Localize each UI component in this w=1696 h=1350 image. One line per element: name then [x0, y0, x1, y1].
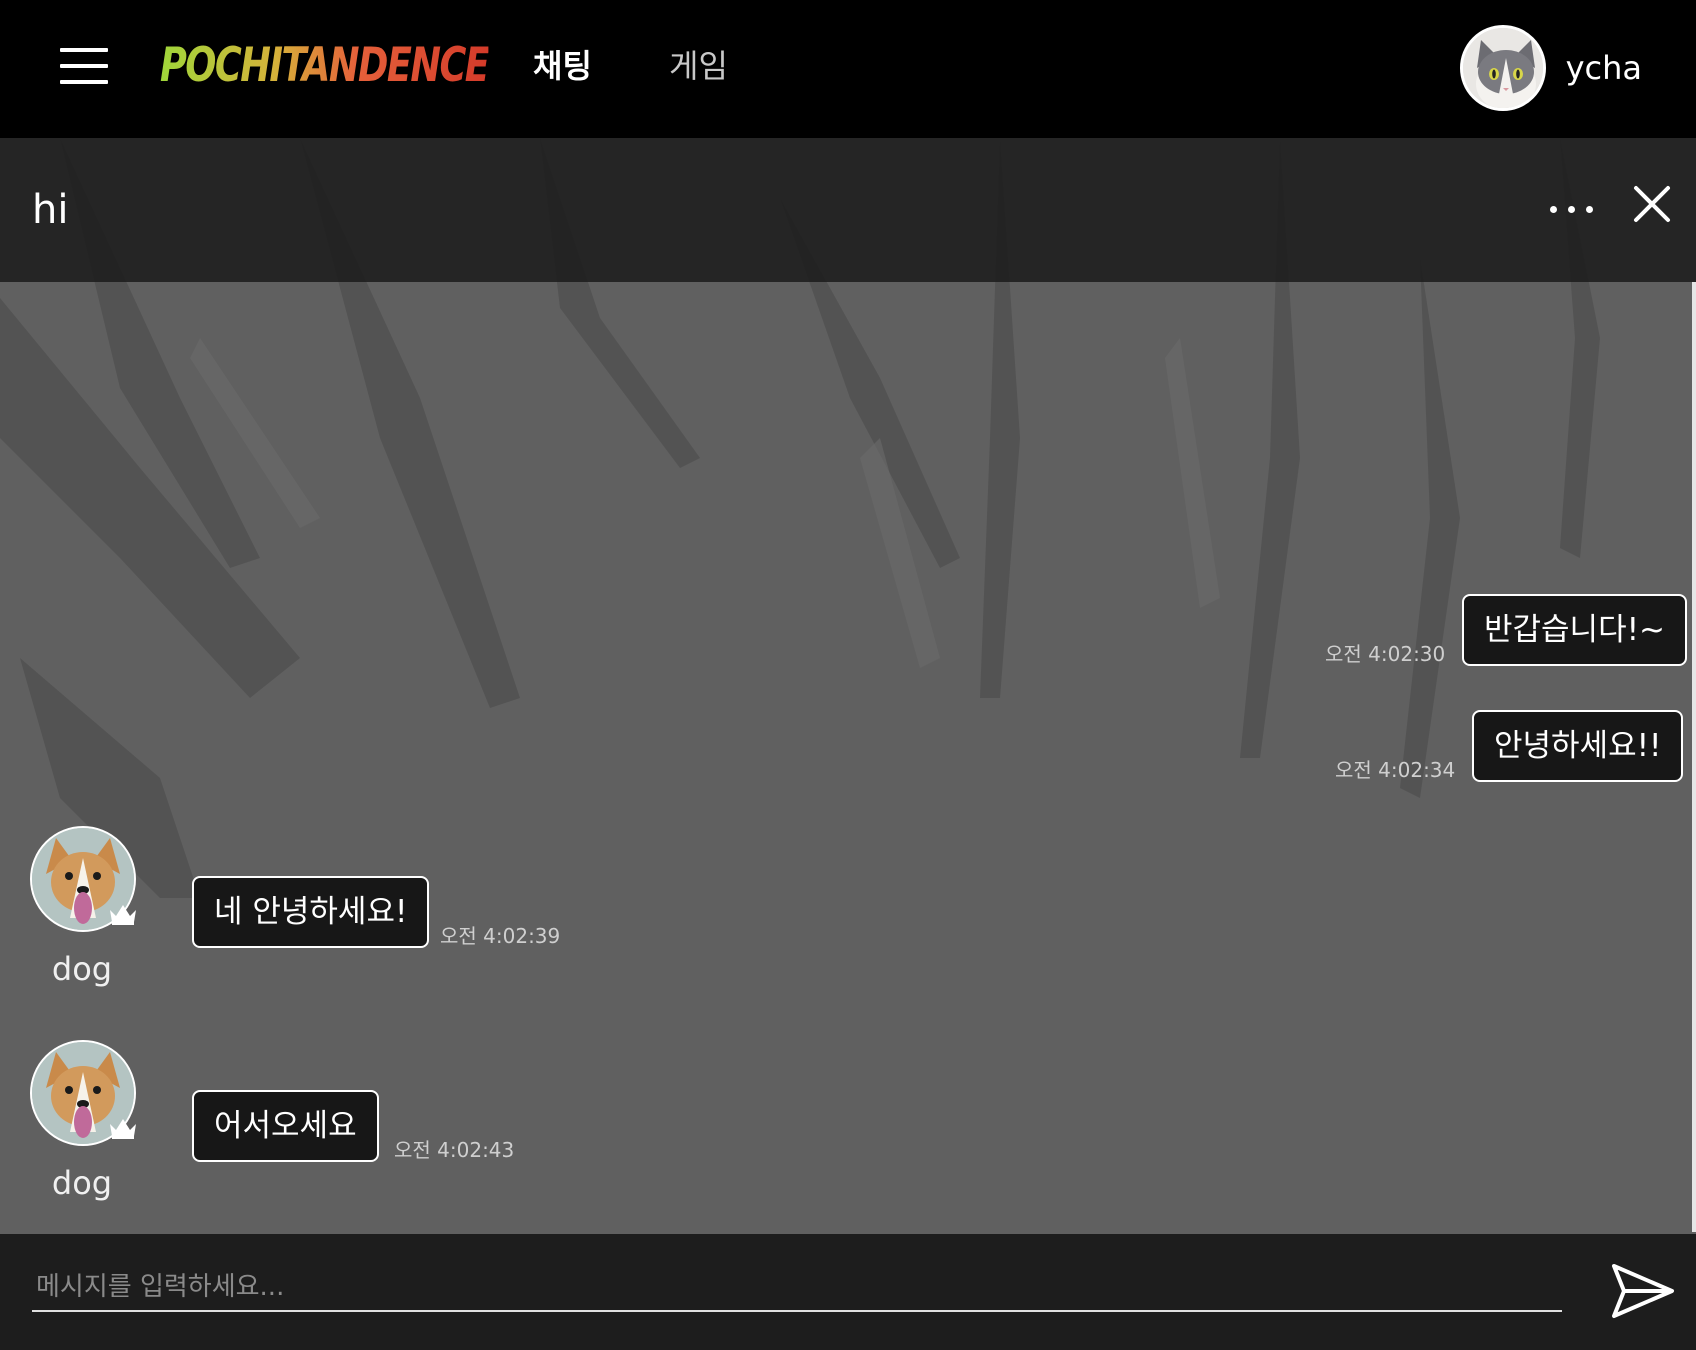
- cat-avatar-icon: [1462, 28, 1543, 108]
- more-options-icon[interactable]: [1548, 194, 1596, 224]
- chat-background-image: [0, 138, 1696, 1350]
- nav-tab-chat[interactable]: 채팅: [533, 44, 592, 88]
- app-logo[interactable]: POCHITANDENCE: [160, 30, 581, 100]
- menu-icon[interactable]: [60, 48, 108, 84]
- top-navbar: POCHITANDENCE 채팅 게임 ycha: [0, 0, 1696, 138]
- crown-icon: [110, 1119, 136, 1139]
- message-time: 오전 4:02:39: [440, 924, 561, 948]
- close-icon[interactable]: [1632, 184, 1672, 224]
- user-profile[interactable]: ycha: [1459, 24, 1642, 112]
- other-message-bubble: 네 안녕하세요!: [192, 876, 430, 948]
- message-input[interactable]: [32, 1264, 1562, 1312]
- chat-room-header: hi: [0, 138, 1696, 282]
- other-message-bubble: 어서오세요: [192, 1090, 379, 1162]
- logo-text: POCHITANDENCE: [160, 37, 490, 93]
- room-title: hi: [32, 187, 69, 233]
- sender-name: dog: [51, 950, 113, 988]
- message-time: 오전 4:02:43: [394, 1138, 515, 1162]
- chat-panel: hi 오전 4:02:30 반갑습니다!~ 오전 4:02:34 안녕하세요!!…: [0, 138, 1696, 1350]
- nav-tab-game[interactable]: 게임: [669, 44, 728, 88]
- my-message-bubble: 반갑습니다!~: [1462, 594, 1688, 666]
- sender-name: dog: [51, 1164, 113, 1202]
- message-time: 오전 4:02:30: [1325, 642, 1446, 666]
- message-time: 오전 4:02:34: [1335, 758, 1456, 782]
- chat-scrollbar[interactable]: [1692, 282, 1696, 1232]
- message-composer: [0, 1234, 1696, 1350]
- my-message-bubble: 안녕하세요!!: [1472, 710, 1684, 782]
- user-avatar[interactable]: [1459, 25, 1546, 111]
- crown-icon: [110, 905, 136, 925]
- send-icon[interactable]: [1610, 1262, 1676, 1320]
- user-name: ycha: [1565, 49, 1642, 87]
